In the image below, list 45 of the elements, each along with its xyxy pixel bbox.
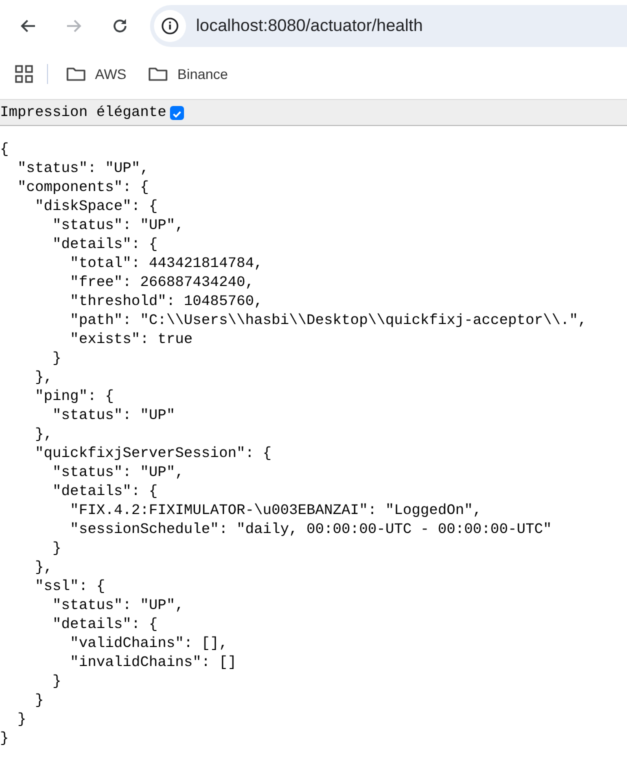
- reload-icon: [111, 17, 129, 35]
- code-line: },: [34, 369, 53, 388]
- folder-icon: [66, 66, 86, 82]
- info-icon[interactable]: [161, 17, 179, 35]
- back-arrow-icon: [19, 17, 37, 35]
- code-line: "validChains": [],: [69, 635, 228, 654]
- folder-icon: [148, 66, 168, 82]
- code-line: "exists": true: [69, 331, 193, 350]
- code-line: "threshold": 10485760,: [69, 293, 263, 312]
- code-line: "total": 443421814784,: [69, 255, 263, 274]
- code-line: "path": "C:\\Users\\hasbi\\Desktop\\quickfixj-acceptor\\.",: [69, 312, 587, 331]
- code-line: }: [34, 692, 44, 711]
- code-line: "FIX.4.2:FIXIMULATOR-\u003EBANZAI": "LoggedOn",: [69, 502, 482, 521]
- bookmark[interactable]: Binance: [138, 62, 238, 86]
- code-line: "status": "UP": [52, 407, 176, 426]
- code-line: }: [52, 673, 62, 692]
- code-line: "status": "UP",: [52, 217, 184, 236]
- code-line: "details": {: [52, 236, 158, 255]
- code-line: "details": {: [52, 616, 158, 635]
- code-line: },: [34, 426, 53, 445]
- code-line: "free": 266887434240,: [69, 274, 254, 293]
- code-line: "status": "UP",: [52, 464, 184, 483]
- code-line: "details": {: [52, 483, 158, 502]
- code-line: }: [52, 540, 62, 559]
- code-line: "ssl": {: [34, 578, 106, 597]
- url-text: localhost:8080/actuator/health: [196, 16, 423, 36]
- pretty-print-label: Impression élégante: [0, 104, 166, 120]
- code-line: }: [52, 350, 62, 369]
- forward-arrow-icon: [65, 17, 83, 35]
- code-line: "components": {: [16, 179, 149, 198]
- apps-icon[interactable]: [15, 65, 33, 83]
- code-line: "quickfixjServerSession": {: [34, 445, 272, 464]
- code-line: "ping": {: [34, 388, 114, 407]
- bookmark[interactable]: AWS: [56, 62, 136, 86]
- code-line: {: [0, 141, 9, 160]
- code-line: }: [0, 730, 9, 749]
- code-line: "status": "UP",: [16, 160, 149, 179]
- code-line: "status": "UP",: [52, 597, 184, 616]
- code-line: },: [34, 559, 53, 578]
- code-line: "sessionSchedule": "daily, 00:00:00-UTC - 00:00:00-UTC": [69, 521, 552, 540]
- code-line: "invalidChains": []: [69, 654, 236, 673]
- code-line: }: [16, 711, 26, 730]
- address-bar[interactable]: localhost:8080/actuator/health: [150, 5, 627, 47]
- code-line: "diskSpace": {: [34, 198, 158, 217]
- pretty-print-checkbox[interactable]: [170, 106, 184, 120]
